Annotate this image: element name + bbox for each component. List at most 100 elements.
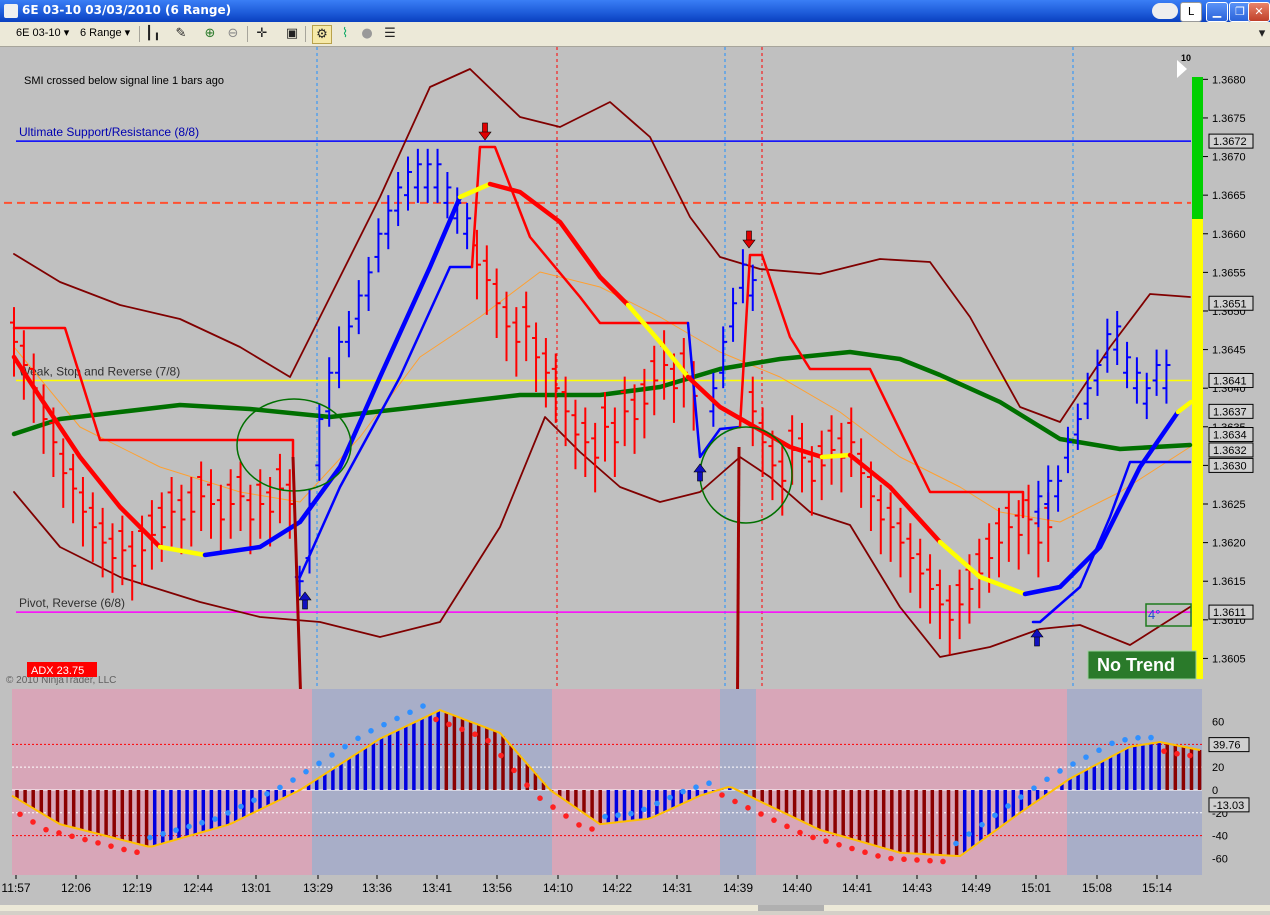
chevron-down-icon: ▾ [124, 27, 131, 39]
osc-dot [810, 834, 816, 841]
instrument-selector[interactable]: 6E 03-10 ▾ [12, 25, 73, 41]
osc-dot [394, 715, 400, 722]
osc-dot [615, 812, 621, 818]
osc-dot [719, 792, 725, 798]
osc-dot [459, 726, 465, 733]
osc-dot [1109, 740, 1115, 747]
chevron-down-icon[interactable]: ▾ [1253, 25, 1270, 42]
osc-tag-label: -13.03 [1213, 800, 1244, 812]
osc-dot [290, 777, 296, 783]
osc-dot [225, 810, 231, 816]
osc-dot [511, 767, 517, 774]
osc-dot [940, 858, 946, 865]
price-tag-label: 1.3630 [1213, 460, 1247, 472]
ma-yellow [819, 452, 853, 460]
data-box-icon[interactable]: ☰ [381, 25, 399, 42]
chevron-down-icon: ▾ [63, 27, 70, 39]
x-tick-label: 14:22 [602, 881, 632, 895]
osc-dot [706, 780, 712, 787]
crosshair-icon[interactable]: ✛ [253, 25, 271, 42]
y-tick-label: 1.3665 [1212, 190, 1246, 202]
drawing-tool-icon[interactable]: ✎ [172, 25, 190, 42]
close-button[interactable]: ✕ [1248, 2, 1270, 22]
x-tick-label: 13:36 [362, 881, 392, 895]
properties-icon[interactable]: ▣ [283, 25, 301, 42]
sell-arrow-icon-shaft [746, 230, 752, 242]
trend-label: No Trend [1097, 655, 1175, 675]
zoom-out-icon[interactable]: ⊖ [224, 25, 242, 42]
osc-dot [498, 752, 504, 759]
bar-style-icon[interactable]: ┃╻ [144, 25, 162, 42]
price-tag-label: 1.3641 [1213, 375, 1247, 387]
osc-dot [1083, 754, 1089, 760]
price-tag-label: 1.3611 [1213, 607, 1246, 619]
osc-dot [992, 812, 998, 819]
osc-dot [888, 855, 894, 862]
bar-type-selector[interactable]: 6 Range ▾ [76, 25, 134, 41]
osc-dot [264, 790, 270, 797]
osc-dot [628, 810, 634, 817]
osc-zone [720, 689, 756, 875]
x-tick-label: 12:44 [183, 881, 213, 895]
angle-label: 4° [1148, 607, 1160, 622]
osc-dot [368, 727, 374, 734]
osc-tick-label: 0 [1212, 785, 1218, 797]
chart-toolbar: 6E 03-10 ▾ 6 Range ▾ ┃╻ ✎ ⊕ ⊖ ✛ ▣ ⚙ ⌇ ● … [0, 22, 1270, 47]
title-bar: 6E 03-10 03/03/2010 (6 Range) L ▁ ❐ ✕ [0, 0, 1270, 22]
x-tick-label: 13:01 [241, 881, 271, 895]
lock-button[interactable]: L [1180, 2, 1202, 22]
osc-dot [667, 794, 673, 801]
x-tick-label: 12:06 [61, 881, 91, 895]
osc-dot [966, 831, 972, 837]
price-tag-label: 1.3672 [1213, 136, 1247, 148]
mini-controls[interactable] [1152, 3, 1178, 19]
strategy-icon[interactable]: ⚙ [312, 25, 332, 44]
osc-dot [251, 797, 257, 803]
status-message: SMI crossed below signal line 1 bars ago [24, 75, 224, 87]
osc-dot [342, 743, 348, 750]
osc-dot [654, 800, 660, 807]
osc-dot [823, 838, 829, 844]
price-tag: 1.3630 [1208, 457, 1254, 473]
sell-arrow-icon-shaft [482, 122, 488, 134]
osc-dot [524, 782, 530, 788]
osc-dot [745, 805, 751, 811]
price-tag: 1.3641 [1208, 372, 1254, 388]
osc-dot [407, 709, 413, 716]
osc-tick-label: 20 [1212, 762, 1224, 774]
price-tag: 1.3672 [1208, 133, 1254, 149]
buy-arrow-icon-shaft [302, 598, 308, 610]
app-icon [4, 4, 18, 18]
price-tag-label: 1.3651 [1213, 298, 1247, 310]
x-tick-label: 14:31 [662, 881, 692, 895]
x-tick-label: 14:43 [902, 881, 932, 895]
chart-svg[interactable]: 1.3680 1.3675 1.3670 1.3665 1.3660 1.3655 1.36… [0, 47, 1270, 911]
y-tick-label: 1.3625 [1212, 499, 1246, 511]
level-label: Ultimate Support/Resistance (8/8) [19, 125, 199, 139]
osc-dot [316, 760, 322, 767]
instrument-label: 6E 03-10 [16, 27, 61, 39]
osc-dot [238, 803, 244, 810]
bar-type-label: 6 Range [80, 27, 122, 39]
osc-dot [212, 816, 218, 822]
minimize-button[interactable]: ▁ [1206, 2, 1228, 22]
osc-zone [756, 689, 1067, 875]
record-icon[interactable]: ● [358, 25, 376, 42]
zoom-in-icon[interactable]: ⊕ [201, 25, 219, 42]
osc-dot [563, 813, 569, 819]
x-tick-label: 14:41 [842, 881, 872, 895]
osc-dot [602, 813, 608, 820]
osc-dot [862, 849, 868, 856]
osc-dot [953, 840, 959, 847]
chart-area[interactable]: 1.3680 1.3675 1.3670 1.3665 1.3660 1.3655 1.36… [0, 47, 1270, 911]
osc-zone [552, 689, 720, 875]
osc-dot [355, 735, 361, 742]
indicator-icon[interactable]: ⌇ [336, 25, 354, 42]
osc-dot [160, 831, 166, 837]
trend-strength-bar [1192, 219, 1203, 679]
osc-dot [17, 811, 23, 818]
osc-dot [758, 811, 764, 817]
osc-dot [1135, 735, 1141, 741]
osc-dot [771, 817, 777, 823]
osc-dot [277, 784, 283, 791]
